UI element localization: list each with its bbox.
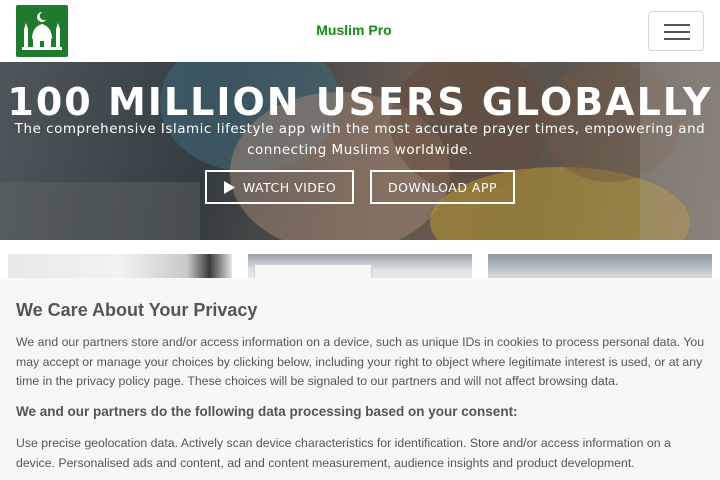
menu-bar — [664, 31, 690, 33]
brand-link[interactable]: Muslim Pro — [0, 22, 708, 38]
play-icon — [223, 180, 235, 194]
privacy-subtitle: We and our partners do the following dat… — [16, 404, 518, 419]
hero-subtitle: The comprehensive Islamic lifestyle app … — [14, 121, 706, 158]
hero-title: 100 MILLION USERS GLOBALLY — [7, 80, 713, 124]
menu-bar — [664, 24, 690, 26]
download-app-label: DOWNLOAD APP — [387, 179, 498, 195]
watch-video-button[interactable]: WATCH VIDEO — [205, 170, 354, 204]
download-app-button[interactable]: DOWNLOAD APP — [370, 170, 515, 204]
privacy-body: We and our partners store and/or access … — [16, 335, 705, 388]
hamburger-menu-icon[interactable] — [648, 11, 704, 51]
hero-banner: 100 MILLION USERS GLOBALLY The comprehen… — [0, 62, 720, 240]
privacy-purposes: Use precise geolocation data. Actively s… — [16, 436, 671, 470]
watch-video-label: WATCH VIDEO — [242, 179, 337, 195]
page: Muslim Pro 100 MILLION USERS GLOBALLY Th… — [0, 0, 720, 480]
privacy-title: We Care About Your Privacy — [16, 300, 258, 320]
privacy-consent-dialog: We Care About Your Privacy We and our pa… — [0, 278, 720, 480]
navbar: Muslim Pro — [0, 0, 720, 62]
menu-bar — [664, 38, 690, 40]
